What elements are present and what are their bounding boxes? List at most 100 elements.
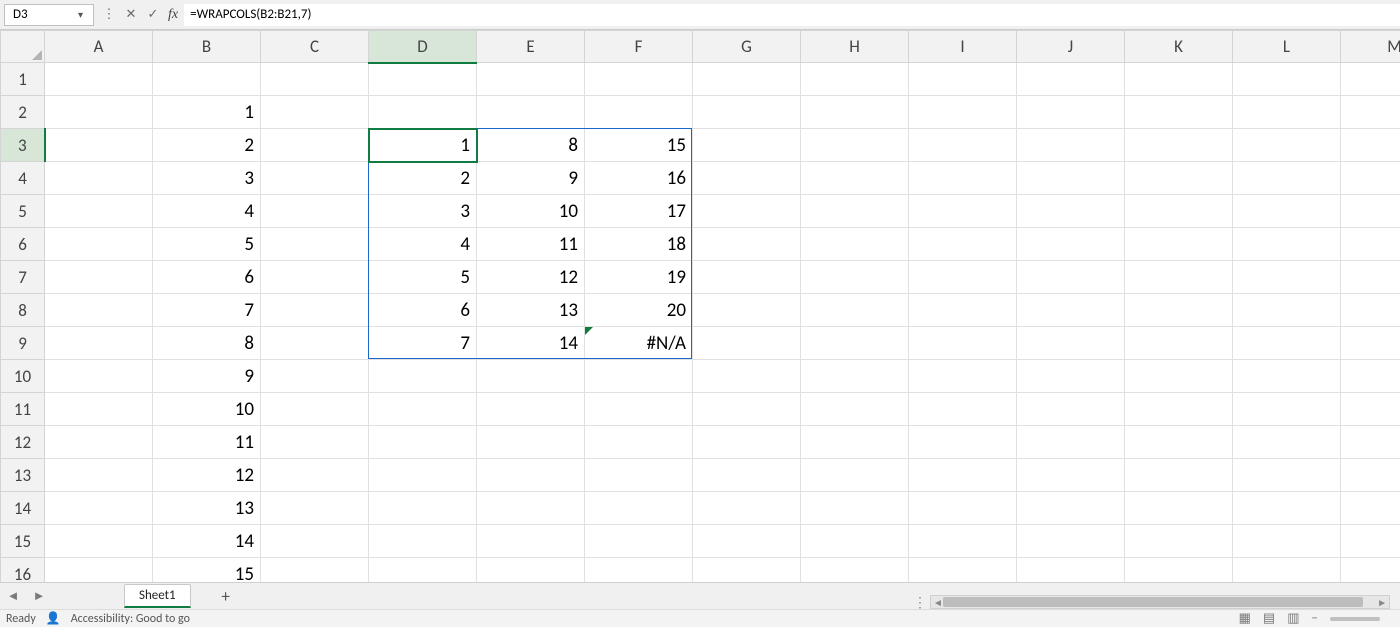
- column-header-i[interactable]: I: [909, 31, 1017, 63]
- cell-A8[interactable]: [45, 294, 153, 327]
- cell-F11[interactable]: [585, 393, 693, 426]
- row-header-4[interactable]: 4: [1, 162, 45, 195]
- zoom-slider[interactable]: [1330, 617, 1380, 621]
- cell-I14[interactable]: [909, 492, 1017, 525]
- cell-I16[interactable]: [909, 558, 1017, 583]
- cell-E8[interactable]: 13: [477, 294, 585, 327]
- cell-I15[interactable]: [909, 525, 1017, 558]
- column-header-g[interactable]: G: [693, 31, 801, 63]
- cell-F16[interactable]: [585, 558, 693, 583]
- cell-F10[interactable]: [585, 360, 693, 393]
- cell-M6[interactable]: [1341, 228, 1400, 261]
- cell-C10[interactable]: [261, 360, 369, 393]
- cell-K6[interactable]: [1125, 228, 1233, 261]
- cell-B16[interactable]: 15: [153, 558, 261, 583]
- cell-K2[interactable]: [1125, 96, 1233, 129]
- cell-F4[interactable]: 16: [585, 162, 693, 195]
- cell-G9[interactable]: [693, 327, 801, 360]
- name-box[interactable]: D3 ▾: [4, 4, 94, 26]
- prev-sheet-button[interactable]: ◄: [2, 585, 24, 607]
- cell-G10[interactable]: [693, 360, 801, 393]
- cell-K5[interactable]: [1125, 195, 1233, 228]
- cell-H4[interactable]: [801, 162, 909, 195]
- view-normal-icon[interactable]: ▦: [1239, 611, 1251, 626]
- row-header-12[interactable]: 12: [1, 426, 45, 459]
- cell-L7[interactable]: [1233, 261, 1341, 294]
- cell-B5[interactable]: 4: [153, 195, 261, 228]
- cell-A5[interactable]: [45, 195, 153, 228]
- cell-G8[interactable]: [693, 294, 801, 327]
- cell-B11[interactable]: 10: [153, 393, 261, 426]
- chevron-down-icon[interactable]: ▾: [78, 8, 83, 21]
- cell-M7[interactable]: [1341, 261, 1400, 294]
- cell-F9[interactable]: #N/A: [585, 327, 693, 360]
- cell-C8[interactable]: [261, 294, 369, 327]
- cell-H16[interactable]: [801, 558, 909, 583]
- cell-H3[interactable]: [801, 129, 909, 162]
- cell-B7[interactable]: 6: [153, 261, 261, 294]
- cell-D9[interactable]: 7: [369, 327, 477, 360]
- cell-E9[interactable]: 14: [477, 327, 585, 360]
- cell-M10[interactable]: [1341, 360, 1400, 393]
- cell-B8[interactable]: 7: [153, 294, 261, 327]
- cell-I13[interactable]: [909, 459, 1017, 492]
- cell-D2[interactable]: [369, 96, 477, 129]
- cell-G5[interactable]: [693, 195, 801, 228]
- cell-L13[interactable]: [1233, 459, 1341, 492]
- cell-D12[interactable]: [369, 426, 477, 459]
- cell-I12[interactable]: [909, 426, 1017, 459]
- cell-E15[interactable]: [477, 525, 585, 558]
- cell-M12[interactable]: [1341, 426, 1400, 459]
- cell-E2[interactable]: [477, 96, 585, 129]
- row-header-14[interactable]: 14: [1, 492, 45, 525]
- cell-F13[interactable]: [585, 459, 693, 492]
- cell-G13[interactable]: [693, 459, 801, 492]
- cell-M8[interactable]: [1341, 294, 1400, 327]
- cell-D3[interactable]: 1: [369, 129, 477, 162]
- cell-I10[interactable]: [909, 360, 1017, 393]
- cancel-formula-icon[interactable]: ✕: [122, 6, 140, 24]
- column-header-d[interactable]: D: [369, 31, 477, 63]
- next-sheet-button[interactable]: ►: [28, 585, 50, 607]
- cell-E10[interactable]: [477, 360, 585, 393]
- cell-C5[interactable]: [261, 195, 369, 228]
- cell-A15[interactable]: [45, 525, 153, 558]
- row-header-2[interactable]: 2: [1, 96, 45, 129]
- cell-D7[interactable]: 5: [369, 261, 477, 294]
- cell-H10[interactable]: [801, 360, 909, 393]
- cell-F1[interactable]: [585, 63, 693, 96]
- cell-J10[interactable]: [1017, 360, 1125, 393]
- cell-L3[interactable]: [1233, 129, 1341, 162]
- cell-H2[interactable]: [801, 96, 909, 129]
- column-header-b[interactable]: B: [153, 31, 261, 63]
- cell-L4[interactable]: [1233, 162, 1341, 195]
- cell-A4[interactable]: [45, 162, 153, 195]
- cell-A11[interactable]: [45, 393, 153, 426]
- cell-H11[interactable]: [801, 393, 909, 426]
- more-icon[interactable]: ⋮: [100, 6, 118, 24]
- cell-L11[interactable]: [1233, 393, 1341, 426]
- cell-L6[interactable]: [1233, 228, 1341, 261]
- cell-F2[interactable]: [585, 96, 693, 129]
- row-header-3[interactable]: 3: [1, 129, 45, 162]
- cell-B9[interactable]: 8: [153, 327, 261, 360]
- cell-G11[interactable]: [693, 393, 801, 426]
- cell-J6[interactable]: [1017, 228, 1125, 261]
- cell-C14[interactable]: [261, 492, 369, 525]
- cell-J11[interactable]: [1017, 393, 1125, 426]
- cell-F7[interactable]: 19: [585, 261, 693, 294]
- cell-F6[interactable]: 18: [585, 228, 693, 261]
- cell-I2[interactable]: [909, 96, 1017, 129]
- scroll-left-icon[interactable]: ◄: [933, 596, 943, 609]
- cell-J7[interactable]: [1017, 261, 1125, 294]
- cell-I9[interactable]: [909, 327, 1017, 360]
- cell-L8[interactable]: [1233, 294, 1341, 327]
- cell-H14[interactable]: [801, 492, 909, 525]
- cell-J8[interactable]: [1017, 294, 1125, 327]
- cell-H8[interactable]: [801, 294, 909, 327]
- cell-F15[interactable]: [585, 525, 693, 558]
- row-header-11[interactable]: 11: [1, 393, 45, 426]
- cell-B15[interactable]: 14: [153, 525, 261, 558]
- cell-E11[interactable]: [477, 393, 585, 426]
- column-header-k[interactable]: K: [1125, 31, 1233, 63]
